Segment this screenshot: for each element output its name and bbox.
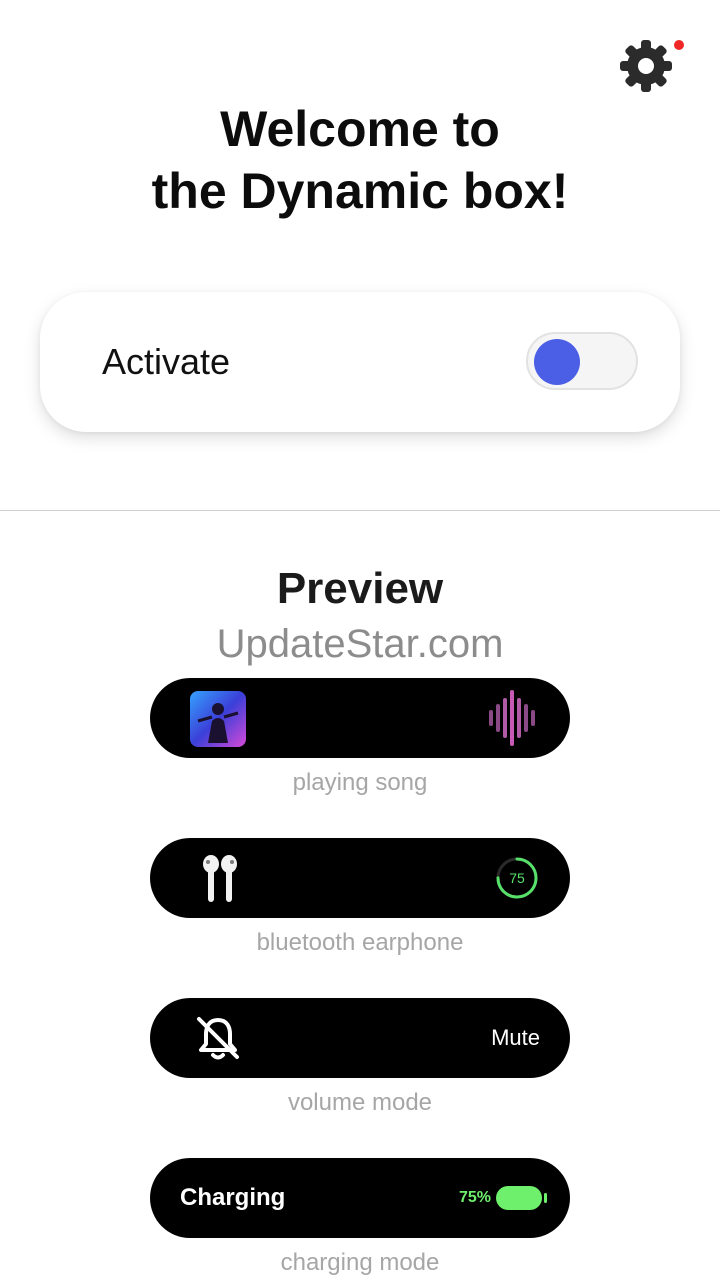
title-line-1: Welcome to: [220, 101, 500, 157]
activate-label: Activate: [102, 341, 231, 382]
settings-button[interactable]: [618, 38, 674, 94]
activate-toggle[interactable]: [526, 332, 638, 390]
preview-title: Preview: [276, 564, 444, 613]
earbuds-icon: [203, 855, 237, 902]
caption-charging-mode: charging mode: [280, 1249, 440, 1276]
preview-pill-charging-mode: Charging 75%: [150, 1158, 570, 1238]
waveform-icon: [489, 690, 535, 746]
album-art-icon: [190, 691, 246, 747]
charging-label: Charging: [180, 1184, 286, 1211]
mute-status: Mute: [491, 1025, 540, 1050]
preview-pill-volume-mode: Mute: [150, 998, 570, 1078]
activate-card: Activate: [40, 292, 680, 432]
caption-volume-mode: volume mode: [287, 1089, 433, 1116]
gear-icon: [620, 40, 672, 92]
notification-dot: [674, 40, 684, 50]
watermark-text: UpdateStar.com: [216, 622, 504, 666]
page-title: Welcome to the Dynamic box!: [0, 98, 720, 222]
preview-pill-bluetooth-earphone: 75: [150, 838, 570, 918]
divider: [0, 510, 720, 511]
preview-pill-playing-song: [150, 678, 570, 758]
battery-icon: [496, 1186, 547, 1210]
battery-percent: 75%: [459, 1189, 492, 1206]
title-line-2: the Dynamic box!: [151, 163, 569, 219]
toggle-knob: [534, 339, 580, 385]
caption-playing-song: playing song: [292, 769, 428, 796]
battery-ring-value: 75: [509, 870, 525, 886]
caption-bluetooth-earphone: bluetooth earphone: [256, 929, 464, 956]
bell-off-icon: [197, 1017, 239, 1060]
